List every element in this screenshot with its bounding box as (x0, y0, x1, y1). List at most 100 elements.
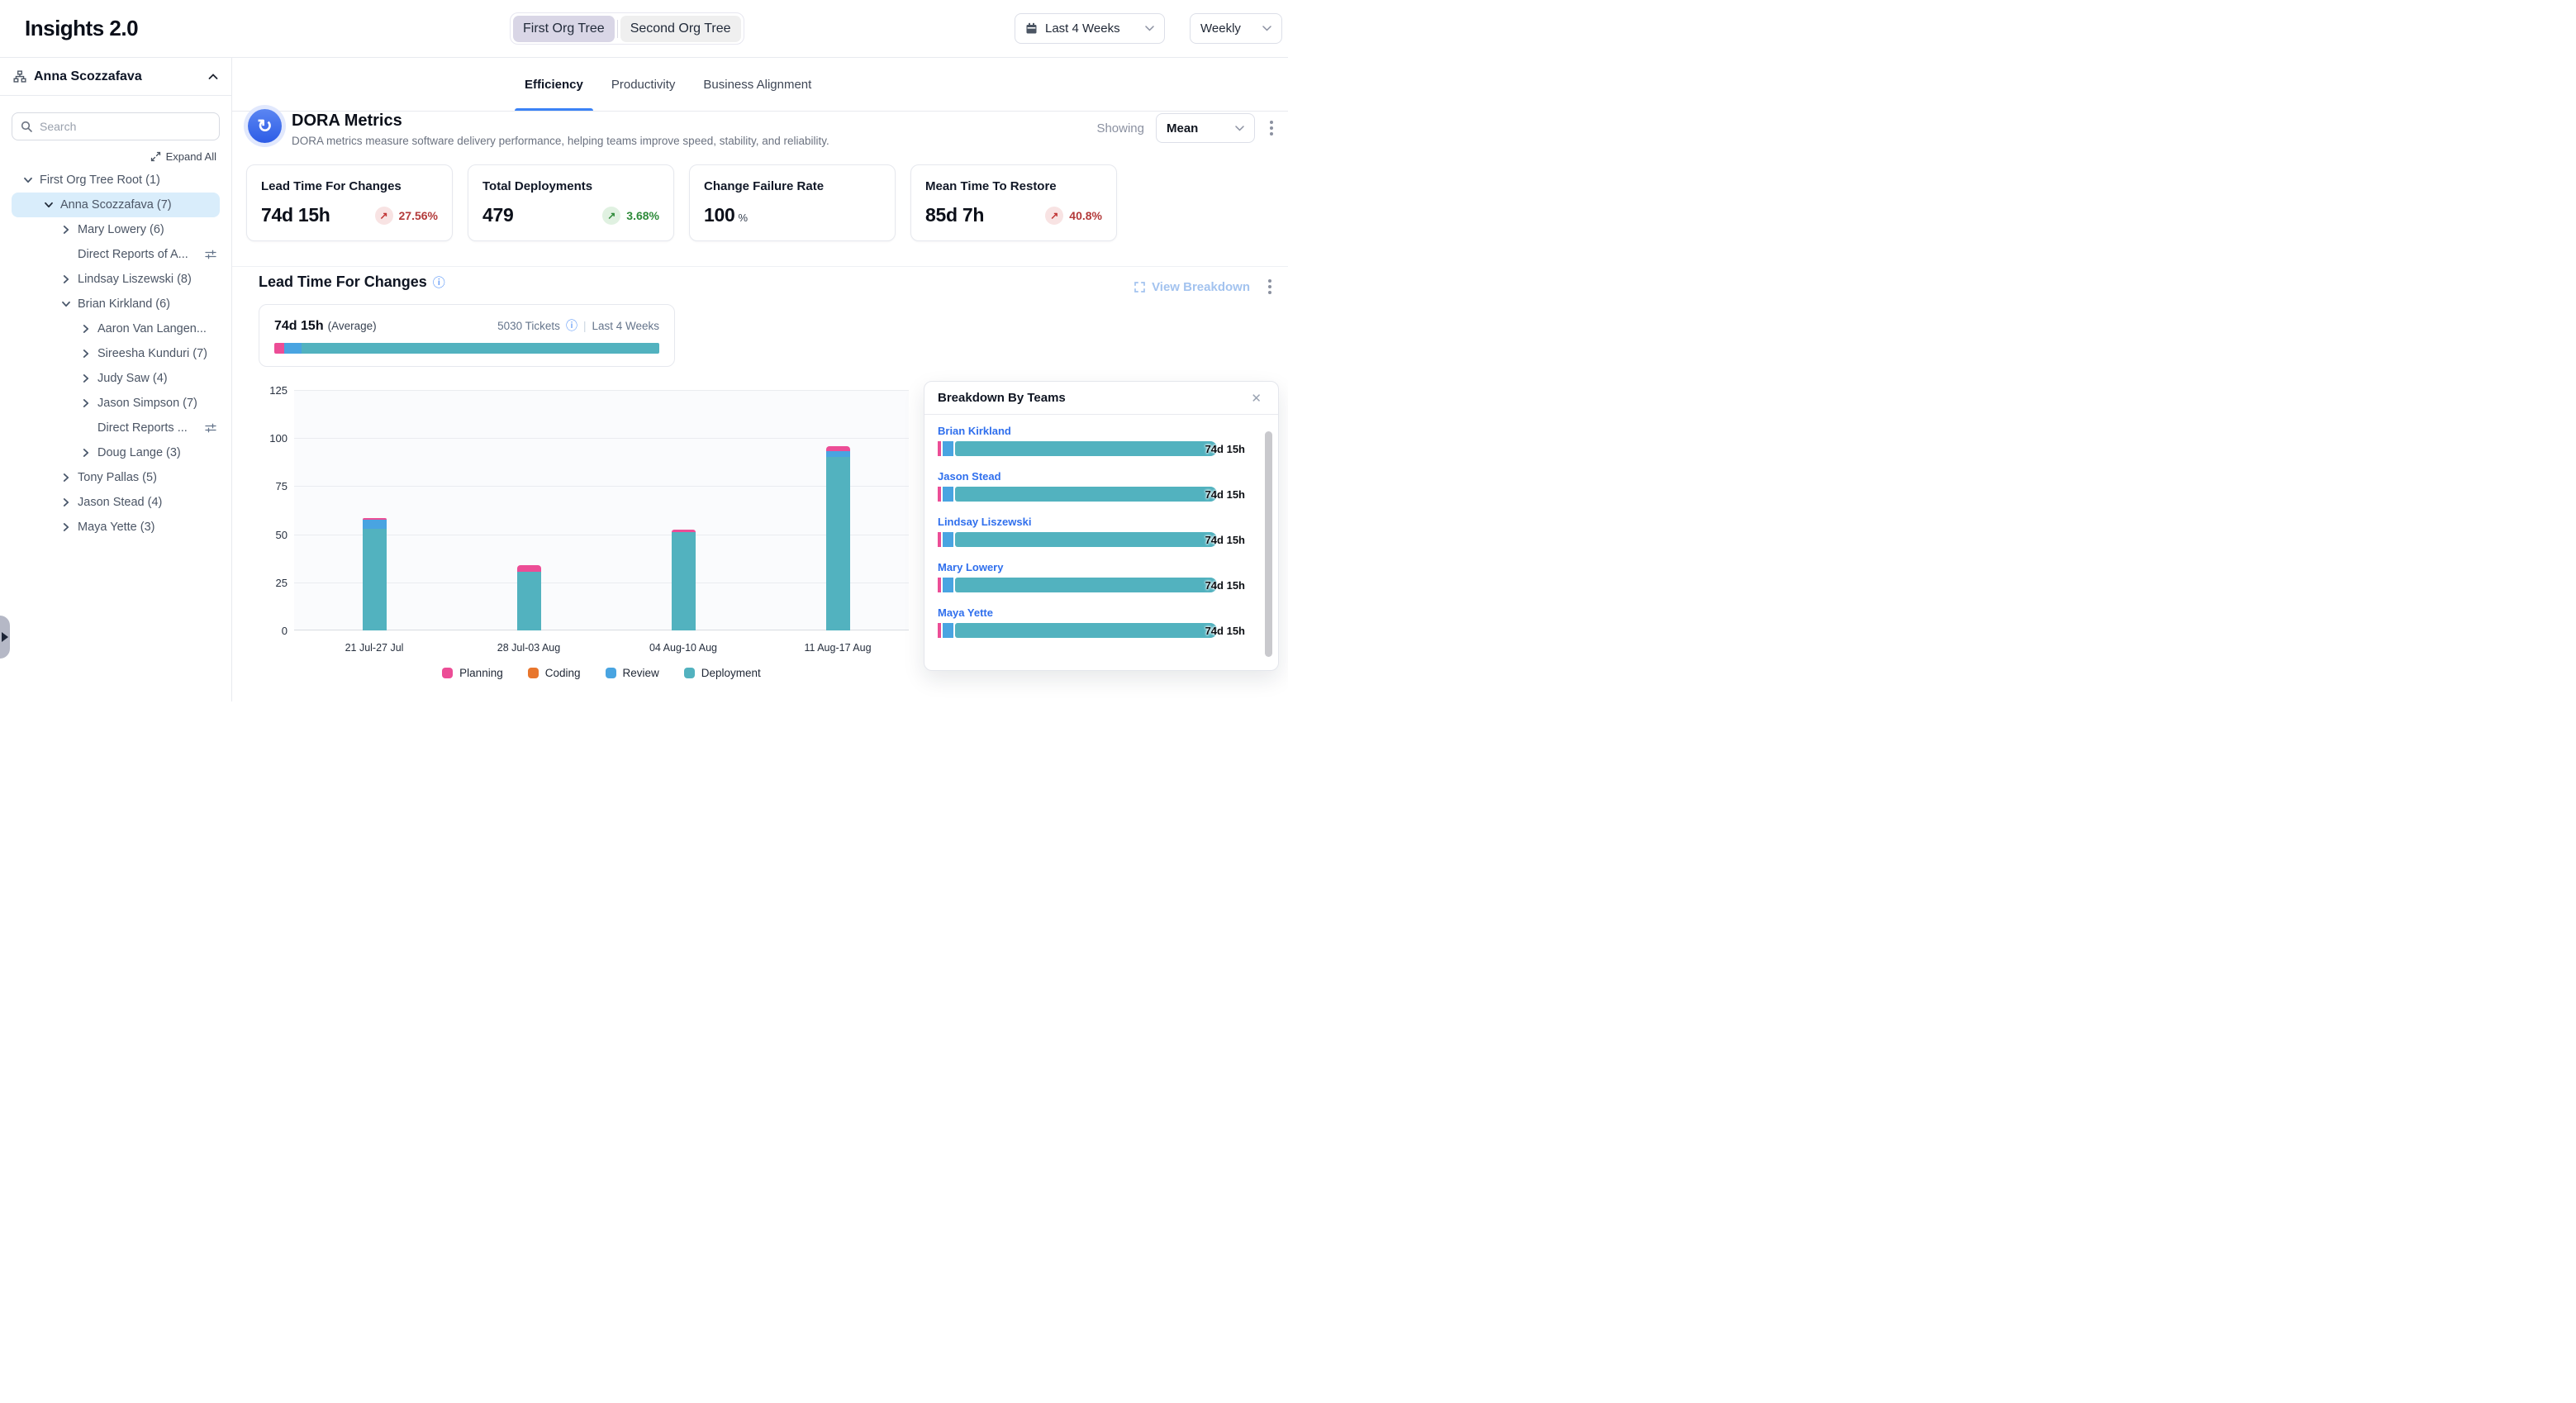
bar-segment-deployment (517, 572, 541, 630)
chevron-right-icon[interactable] (80, 349, 91, 359)
tree-item[interactable]: First Org Tree Root (1) (0, 168, 231, 193)
delta-badge: ↗3.68% (602, 207, 659, 225)
bar-segment-deployment (363, 529, 387, 630)
tree-item[interactable]: Judy Saw (4) (0, 366, 231, 391)
metric-value-text: 479 (482, 204, 513, 226)
filter-icon[interactable] (205, 249, 216, 260)
tree-item[interactable]: Jason Stead (4) (0, 490, 231, 515)
chart-bar[interactable] (672, 530, 696, 630)
info-icon[interactable]: ⓘ (433, 273, 445, 291)
date-range-select[interactable]: Last 4 Weeks (1015, 13, 1165, 44)
section-divider (232, 266, 1288, 267)
sidebar-header[interactable]: Anna Scozzafava (0, 58, 231, 96)
tree-item[interactable]: Anna Scozzafava (7) (0, 193, 231, 217)
tree-item[interactable]: Sireesha Kunduri (7) (0, 341, 231, 366)
expand-icon (1134, 282, 1145, 292)
bar-segment-planning (938, 487, 941, 502)
tree-item-label: Judy Saw (4) (97, 372, 168, 385)
breakdown-team-link[interactable]: Mary Lowery (938, 561, 1265, 573)
close-icon[interactable]: ✕ (1248, 389, 1265, 407)
bar-segment-review (943, 623, 953, 638)
chevron-right-icon[interactable] (80, 448, 91, 459)
breakdown-body: Brian Kirkland 74d 15h Jason Stead 74d 15h L… (924, 415, 1278, 638)
metric-card-title: Mean Time To Restore (925, 179, 1102, 193)
tree-item[interactable]: Brian Kirkland (6) (0, 292, 231, 316)
chevron-right-icon[interactable] (60, 225, 71, 235)
breakdown-team-link[interactable]: Jason Stead (938, 470, 1265, 483)
breakdown-team-link[interactable]: Brian Kirkland (938, 425, 1265, 437)
sidebar-collapse-handle[interactable] (0, 616, 10, 659)
top-bar: Insights 2.0 First Org TreeSecond Org Tr… (0, 0, 1288, 58)
view-breakdown-button[interactable]: View Breakdown (1134, 280, 1250, 294)
chart-bar[interactable] (826, 446, 850, 630)
view-breakdown-label: View Breakdown (1152, 280, 1250, 294)
breakdown-value: 74d 15h (1205, 625, 1245, 637)
cycle-icon: ↻ (257, 116, 272, 137)
dora-menu-button[interactable] (1267, 117, 1276, 139)
delta-value: 3.68% (626, 209, 659, 222)
segment-divider (617, 20, 618, 38)
chart-bar[interactable] (363, 518, 387, 630)
org-toggle-option-1[interactable]: First Org Tree (513, 16, 615, 42)
bar-segment-planning (938, 532, 941, 547)
x-axis-tick-label: 11 Aug-17 Aug (780, 642, 896, 654)
tree-item[interactable]: Direct Reports of A... (0, 242, 231, 267)
chevron-right-icon[interactable] (60, 473, 71, 483)
y-axis-tick-label: 100 (254, 432, 288, 445)
granularity-select[interactable]: Weekly (1190, 13, 1282, 44)
chevron-right-icon[interactable] (80, 398, 91, 409)
showing-select[interactable]: Mean (1156, 113, 1255, 143)
bar-segment-review (943, 578, 953, 592)
chevron-down-icon[interactable] (43, 200, 54, 211)
org-toggle-option-2[interactable]: Second Org Tree (620, 16, 741, 42)
lead-time-menu-button[interactable] (1265, 276, 1275, 297)
tree-item[interactable]: Direct Reports ... (0, 416, 231, 440)
chevron-right-icon[interactable] (60, 522, 71, 533)
tree-item[interactable]: Jason Simpson (7) (0, 391, 231, 416)
tree-item[interactable]: Lindsay Liszewski (8) (0, 267, 231, 292)
chevron-right-icon[interactable] (60, 497, 71, 508)
metric-card: Lead Time For Changes74d 15h↗27.56% (246, 164, 453, 241)
breakdown-row: Maya Yette 74d 15h (938, 606, 1265, 638)
y-axis-tick-label: 25 (254, 577, 288, 589)
bar-segment-review (943, 487, 953, 502)
chevron-down-icon (1235, 126, 1244, 131)
breakdown-row: Brian Kirkland 74d 15h (938, 425, 1265, 456)
tab-productivity[interactable]: Productivity (611, 58, 676, 111)
chevron-up-icon[interactable] (208, 74, 218, 80)
gridline (294, 486, 909, 487)
breakdown-team-link[interactable]: Maya Yette (938, 606, 1265, 619)
chevron-right-icon[interactable] (80, 373, 91, 384)
chevron-down-icon[interactable] (22, 175, 33, 186)
bar-segment-deployment (955, 487, 1217, 502)
tree-item[interactable]: Mary Lowery (6) (0, 217, 231, 242)
bar-segment-review (943, 532, 953, 547)
search-box[interactable] (12, 112, 220, 140)
main-tabs: Efficiency Productivity Business Alignment (232, 58, 1288, 112)
tree-item[interactable]: Doug Lange (3) (0, 440, 231, 465)
tab-efficiency[interactable]: Efficiency (525, 58, 583, 111)
chevron-down-icon[interactable] (60, 299, 71, 310)
breakdown-panel: Breakdown By Teams ✕ Brian Kirkland74d 1… (924, 381, 1279, 671)
breakdown-scrollbar[interactable] (1265, 431, 1272, 657)
tree-item-label: Aaron Van Langen... (97, 322, 207, 335)
sidebar: Anna Scozzafava Expand All First Org Tre… (0, 58, 232, 702)
chart-bar[interactable] (517, 565, 541, 630)
legend-item-deployment: Deployment (684, 667, 761, 679)
filter-icon[interactable] (205, 422, 216, 434)
tree-item[interactable]: Aaron Van Langen... (0, 316, 231, 341)
expand-all-button[interactable]: Expand All (15, 150, 216, 163)
breakdown-team-link[interactable]: Lindsay Liszewski (938, 516, 1265, 528)
metric-card-title: Change Failure Rate (704, 179, 881, 193)
tab-business-alignment[interactable]: Business Alignment (703, 58, 811, 111)
chevron-right-icon[interactable] (60, 274, 71, 285)
search-input[interactable] (40, 120, 211, 133)
tree-item[interactable]: Maya Yette (3) (0, 515, 231, 540)
x-axis-tick-label: 28 Jul-03 Aug (471, 642, 587, 654)
tree-item[interactable]: Tony Pallas (5) (0, 465, 231, 490)
chevron-right-icon[interactable] (80, 324, 91, 335)
metric-card-value-row: 100% (704, 204, 881, 226)
info-icon[interactable]: ⓘ (566, 317, 577, 334)
breakdown-value: 74d 15h (1205, 443, 1245, 455)
delta-badge: ↗27.56% (375, 207, 438, 225)
